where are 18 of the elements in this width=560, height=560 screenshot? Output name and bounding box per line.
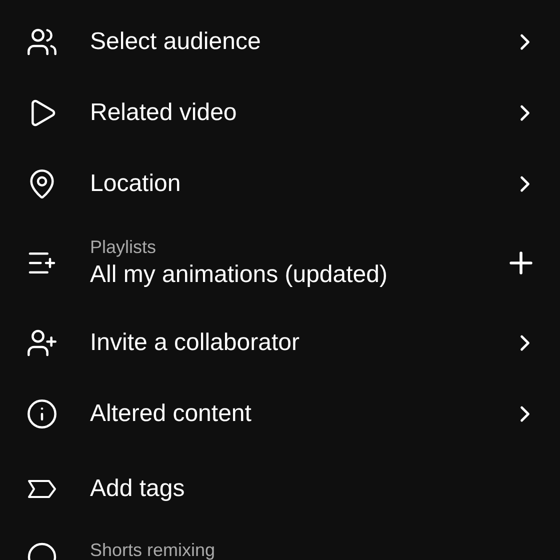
settings-row[interactable]: Location bbox=[0, 148, 560, 219]
settings-row[interactable]: Invite a collaborator bbox=[0, 307, 560, 378]
info-icon bbox=[26, 398, 58, 430]
row-label: Invite a collaborator bbox=[90, 328, 300, 358]
row-label: Select audience bbox=[90, 26, 262, 56]
row-label: Add tags bbox=[90, 474, 186, 504]
settings-row[interactable]: Select audience bbox=[0, 6, 560, 77]
row-label: All my animations (updated) bbox=[90, 260, 388, 290]
settings-row[interactable]: Add tags bbox=[0, 449, 560, 529]
settings-row[interactable]: Altered content bbox=[0, 378, 560, 449]
row-caption: Playlists bbox=[90, 236, 158, 259]
settings-row[interactable]: Playlists All my animations (updated) bbox=[0, 219, 560, 307]
settings-row[interactable]: Related video bbox=[0, 77, 560, 148]
row-caption: Shorts remixing bbox=[90, 541, 216, 559]
settings-row[interactable]: Shorts remixing bbox=[0, 529, 560, 560]
row-label: Altered content bbox=[90, 398, 252, 428]
row-label: Related video bbox=[90, 98, 238, 128]
row-label: Location bbox=[90, 168, 182, 198]
